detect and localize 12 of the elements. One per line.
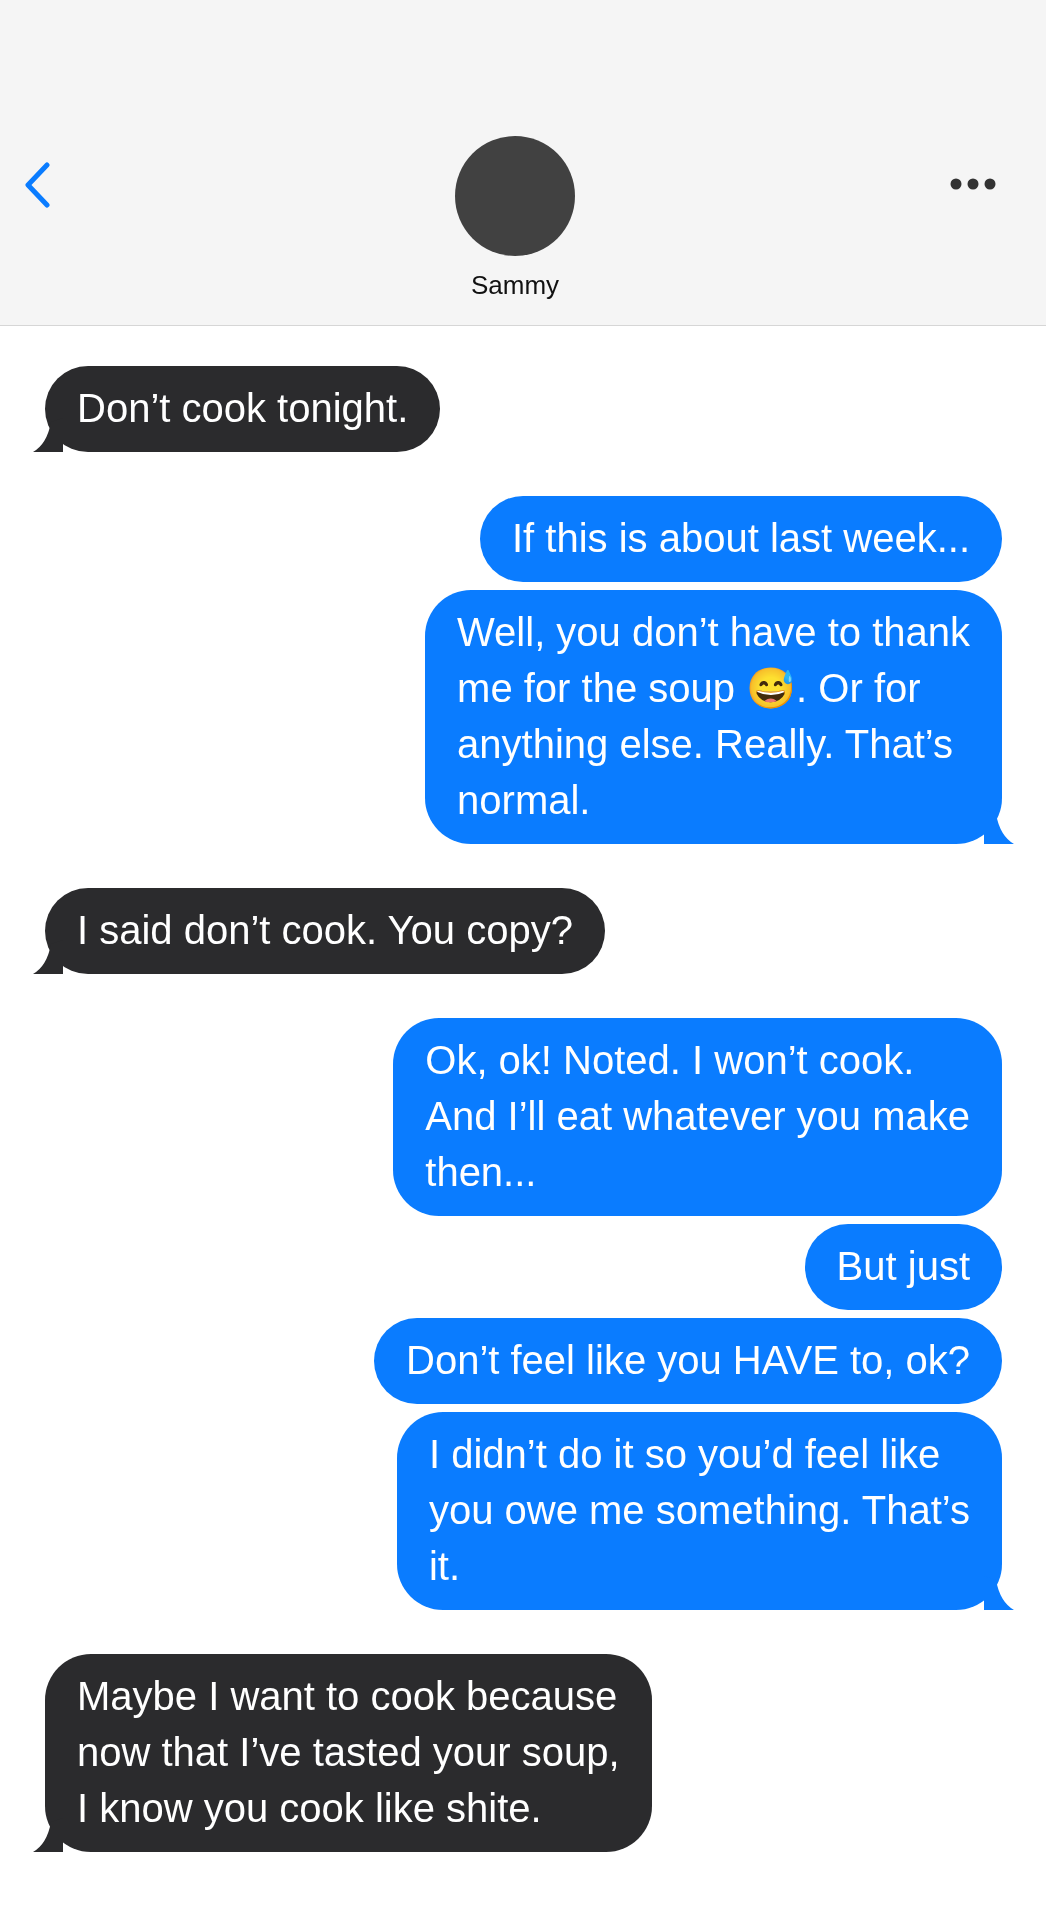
back-chevron-icon[interactable] [24,162,50,208]
outgoing-message-bubble: But just [804,1224,1002,1310]
incoming-message-bubble: I said don’t cook. You copy? [45,888,605,974]
contact-name: Sammy [470,270,560,301]
incoming-message-bubble: Don’t cook tonight. [45,366,441,452]
outgoing-message-bubble: Don’t feel like you HAVE to, ok? [374,1318,1002,1404]
outgoing-message-bubble: Well, you don’t have to thank me for the soup 😅. Or for anything else. Really. That’s normal. [425,590,1002,844]
outgoing-message-bubble: If this is about last week... [480,496,1002,582]
incoming-message-bubble: Maybe I want to cook because now that I’ve tasted your soup, I know you cook like shite. [45,1654,652,1852]
outgoing-message-bubble: I didn’t do it so you’d feel like you owe me something. That’s it. [396,1412,1002,1610]
more-options-icon[interactable] [950,178,996,190]
outgoing-message-bubble: Ok, ok! Noted. I won’t cook. And I’ll eat whatever you make then... [393,1018,1002,1216]
